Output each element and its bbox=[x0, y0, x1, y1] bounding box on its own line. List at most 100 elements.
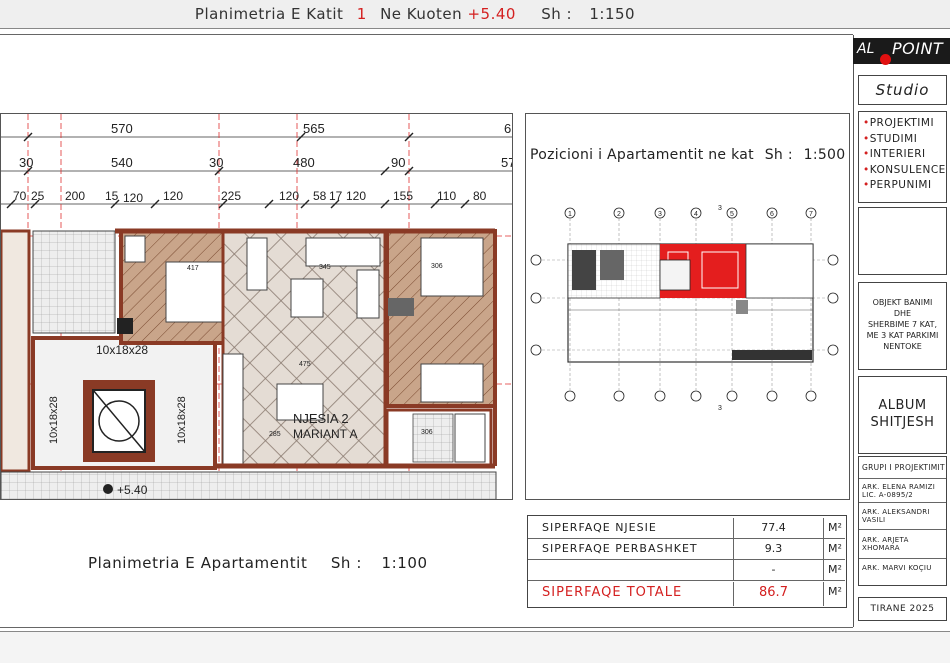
position-scale-value: 1:500 bbox=[803, 147, 846, 163]
area-row: Siperfaqe Perbashket 9.3 M² bbox=[528, 539, 845, 560]
frame-bottom-line bbox=[0, 627, 853, 628]
position-title-text: Pozicioni i Apartamentit ne kat bbox=[530, 147, 754, 163]
dim-row3-11: 120 bbox=[346, 189, 366, 203]
plan-title: Planimetria E Apartamentit Sh : 1:100 bbox=[88, 554, 428, 572]
team-license: LIC. A-0895/2 bbox=[862, 491, 913, 499]
dim-row2-6: 57 bbox=[501, 155, 513, 170]
city-year-box: TIRANE 2025 bbox=[858, 597, 947, 621]
axis-5: 5 bbox=[730, 211, 734, 218]
bedroom-1-dim: 417 bbox=[187, 265, 199, 272]
bottom-bar bbox=[0, 631, 950, 663]
dim-row3-6: 120 bbox=[163, 189, 183, 203]
dim-row3-10: 17 bbox=[329, 189, 343, 203]
team-box: GRUPI I PROJEKTIMIT ARK. ELENA RAMIZI LI… bbox=[858, 456, 947, 586]
object-line: NENTOKE bbox=[883, 342, 922, 351]
logo-dot-icon bbox=[880, 54, 891, 65]
dim-row3-8: 120 bbox=[279, 189, 299, 203]
elevation-value: +5.40 bbox=[467, 5, 516, 23]
dim-row3-9: 58 bbox=[313, 189, 327, 203]
stair-side-left: 10x18x28 bbox=[48, 396, 60, 444]
services-box: •PROJEKTIMI •STUDIMI •INTERIERI •KONSULE… bbox=[858, 111, 947, 203]
dim-row3-13: 110 bbox=[437, 189, 456, 203]
team-member: ARK. MARVI KOÇIU bbox=[862, 564, 932, 572]
plan-scale-value: 1:100 bbox=[381, 554, 428, 572]
elevation-mark: +5.40 bbox=[117, 483, 148, 497]
area-value: 9.3 bbox=[733, 539, 813, 559]
blank-box bbox=[858, 207, 947, 275]
area-table: Siperfaqe Njesie 77.4 M² Siperfaqe Perba… bbox=[527, 515, 847, 608]
position-scale-label: Sh : bbox=[764, 147, 793, 163]
axis-6: 6 bbox=[770, 211, 774, 218]
album-line: SHITJESH bbox=[870, 415, 935, 430]
section-mark-bottom: 3 bbox=[718, 405, 722, 412]
city-year: TIRANE 2025 bbox=[870, 604, 935, 614]
sofa bbox=[305, 237, 381, 267]
header-bar: Planimetria E Katit 1 Ne Kuoten +5.40 Sh… bbox=[0, 0, 950, 29]
plan-title-text: Planimetria E Apartamentit bbox=[88, 554, 308, 572]
area-value: 77.4 bbox=[733, 518, 813, 538]
stair-side-right: 10x18x28 bbox=[176, 396, 188, 444]
corridor-strip bbox=[1, 471, 497, 499]
studio-logo: AL POINT bbox=[853, 38, 950, 65]
dim-row3-12: 155 bbox=[393, 189, 413, 203]
service-item: •STUDIMI bbox=[863, 132, 918, 145]
dim-row3-14: 80 bbox=[473, 189, 487, 203]
bathroom-dim: 306 bbox=[421, 429, 433, 436]
object-box: OBJEKT BANIMI DHE SHERBIME 7 KAT, ME 3 K… bbox=[858, 282, 947, 370]
dim-row3-4: 15 bbox=[105, 189, 119, 203]
album-box: ALBUM SHITJESH bbox=[858, 376, 947, 454]
axis-3: 3 bbox=[658, 211, 662, 218]
dim-row3-2: 25 bbox=[31, 189, 45, 203]
floor-plan-drawing: 570 565 6 30 540 30 480 90 57 70 25 200 … bbox=[1, 114, 513, 499]
dim-row2-2: 540 bbox=[111, 155, 133, 170]
area-total-value: 86.7 bbox=[733, 582, 813, 606]
object-line: DHE bbox=[893, 309, 912, 318]
scale-label: Sh : bbox=[541, 5, 573, 23]
living-dim: 345 bbox=[319, 264, 331, 271]
team-member: ARK. ALEKSANDRI VASILI bbox=[862, 508, 930, 524]
service-item: •INTERIERI bbox=[863, 148, 926, 160]
unit-label: NJESIA 2 bbox=[293, 411, 349, 426]
title-block: Studio •PROJEKTIMI •STUDIMI •INTERIERI •… bbox=[853, 35, 950, 627]
dim-row3-5: 120 bbox=[123, 191, 143, 205]
services-list: •PROJEKTIMI •STUDIMI •INTERIERI •KONSULE… bbox=[859, 112, 946, 194]
area-unit: M² bbox=[823, 539, 845, 559]
dim-row3-7: 225 bbox=[221, 189, 241, 203]
area-total-row: SIPERFAQE TOTALE 86.7 M² bbox=[528, 582, 845, 606]
area-row: Siperfaqe Njesie 77.4 M² bbox=[528, 518, 845, 539]
neighbor-unit bbox=[1, 229, 31, 473]
area-total-unit: M² bbox=[823, 582, 845, 606]
position-plan-drawing: 1 2 3 4 5 6 7 3 3 bbox=[530, 205, 839, 412]
dim-row2-4: 480 bbox=[293, 155, 315, 170]
sheet-title: Planimetria E Katit 1 Ne Kuoten +5.40 Sh… bbox=[0, 5, 830, 23]
studio-label: Studio bbox=[875, 81, 930, 99]
section-mark-top: 3 bbox=[718, 205, 722, 212]
area-total-label: SIPERFAQE TOTALE bbox=[542, 585, 683, 600]
area-unit: M² bbox=[823, 518, 845, 538]
kitchen-counter bbox=[222, 353, 244, 465]
service-item: •PERPUNIMI bbox=[863, 179, 932, 191]
object-line: SHERBIME 7 KAT, bbox=[867, 320, 938, 329]
object-line: OBJEKT BANIMI bbox=[872, 298, 933, 307]
dim-row3-3: 200 bbox=[65, 189, 85, 203]
axis-2: 2 bbox=[617, 211, 621, 218]
plan-scale-label: Sh : bbox=[330, 554, 363, 572]
floor-number: 1 bbox=[356, 5, 367, 23]
area-label: Siperfaqe Njesie bbox=[542, 521, 657, 534]
dim-row3-1: 70 bbox=[13, 189, 27, 203]
dim-row2-5: 90 bbox=[391, 155, 405, 170]
logo-al: AL bbox=[857, 41, 875, 57]
axis-1: 1 bbox=[568, 211, 572, 218]
dim-row2-3: 30 bbox=[209, 155, 223, 170]
unit-variant: MARIANT A bbox=[293, 427, 357, 441]
object-line: ME 3 KAT PARKIMI bbox=[866, 331, 939, 340]
title-text-2: Ne Kuoten bbox=[380, 5, 463, 23]
team-title: GRUPI I PROJEKTIMIT bbox=[862, 463, 945, 472]
dim-row1-2: 565 bbox=[303, 121, 325, 136]
bedroom-2-dim: 306 bbox=[431, 263, 443, 270]
service-item: •PROJEKTIMI bbox=[863, 117, 935, 129]
area-value: - bbox=[733, 560, 813, 580]
team-member: ARK. ARJETA XHOMARA bbox=[862, 536, 909, 552]
album-line: ALBUM bbox=[878, 398, 927, 413]
dim-row2-1: 30 bbox=[19, 155, 33, 170]
